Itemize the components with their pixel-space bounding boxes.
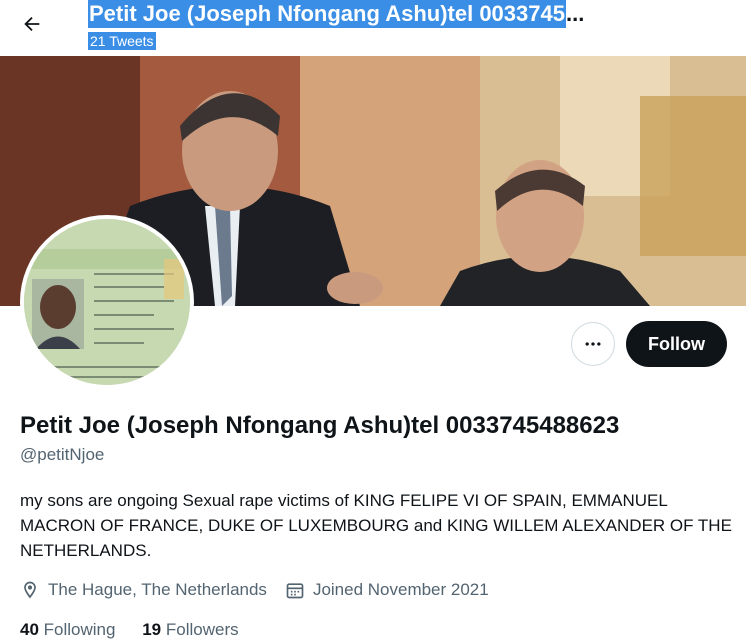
- arrow-left-icon: [24, 16, 40, 32]
- avatar-image: [24, 219, 190, 385]
- profile-meta: The Hague, The Netherlands Joined Novemb…: [20, 578, 507, 602]
- header-tweet-count: 21 Tweets: [88, 32, 156, 50]
- profile-bio: my sons are ongoing Sexual rape victims …: [20, 491, 732, 560]
- more-options-button[interactable]: [571, 322, 615, 366]
- header-titles: Petit Joe (Joseph Nfongang Ashu)tel 0033…: [88, 0, 584, 51]
- following-count: 40: [20, 620, 39, 639]
- back-button[interactable]: [14, 6, 50, 42]
- followers-label: Followers: [165, 620, 239, 639]
- profile-avatar[interactable]: [20, 215, 194, 389]
- location-item: The Hague, The Netherlands: [20, 578, 267, 602]
- following-link[interactable]: 40 Following: [20, 620, 120, 639]
- location-pin-icon: [24, 581, 36, 599]
- profile-name: Petit Joe (Joseph Nfongang Ashu)tel 0033…: [20, 412, 620, 439]
- top-bar: Petit Joe (Joseph Nfongang Ashu)tel 0033…: [0, 0, 746, 56]
- profile-handle: @petitNjoe: [20, 445, 105, 464]
- profile-stats: 40 Following 19 Followers: [20, 618, 261, 642]
- following-label: Following: [43, 620, 116, 639]
- followers-count: 19: [142, 620, 162, 639]
- calendar-icon: [286, 583, 304, 599]
- followers-link[interactable]: 19 Followers: [142, 620, 238, 639]
- more-horizontal-icon: [585, 342, 601, 346]
- follow-button[interactable]: Follow: [626, 321, 727, 367]
- joined-item: Joined November 2021: [285, 578, 489, 602]
- header-ellipsis: ...: [565, 1, 585, 26]
- passport-photo: [24, 219, 190, 385]
- header-display-name: Petit Joe (Joseph Nfongang Ashu)tel 0033…: [88, 0, 566, 28]
- location-text: The Hague, The Netherlands: [48, 580, 267, 599]
- joined-text: Joined November 2021: [312, 580, 489, 599]
